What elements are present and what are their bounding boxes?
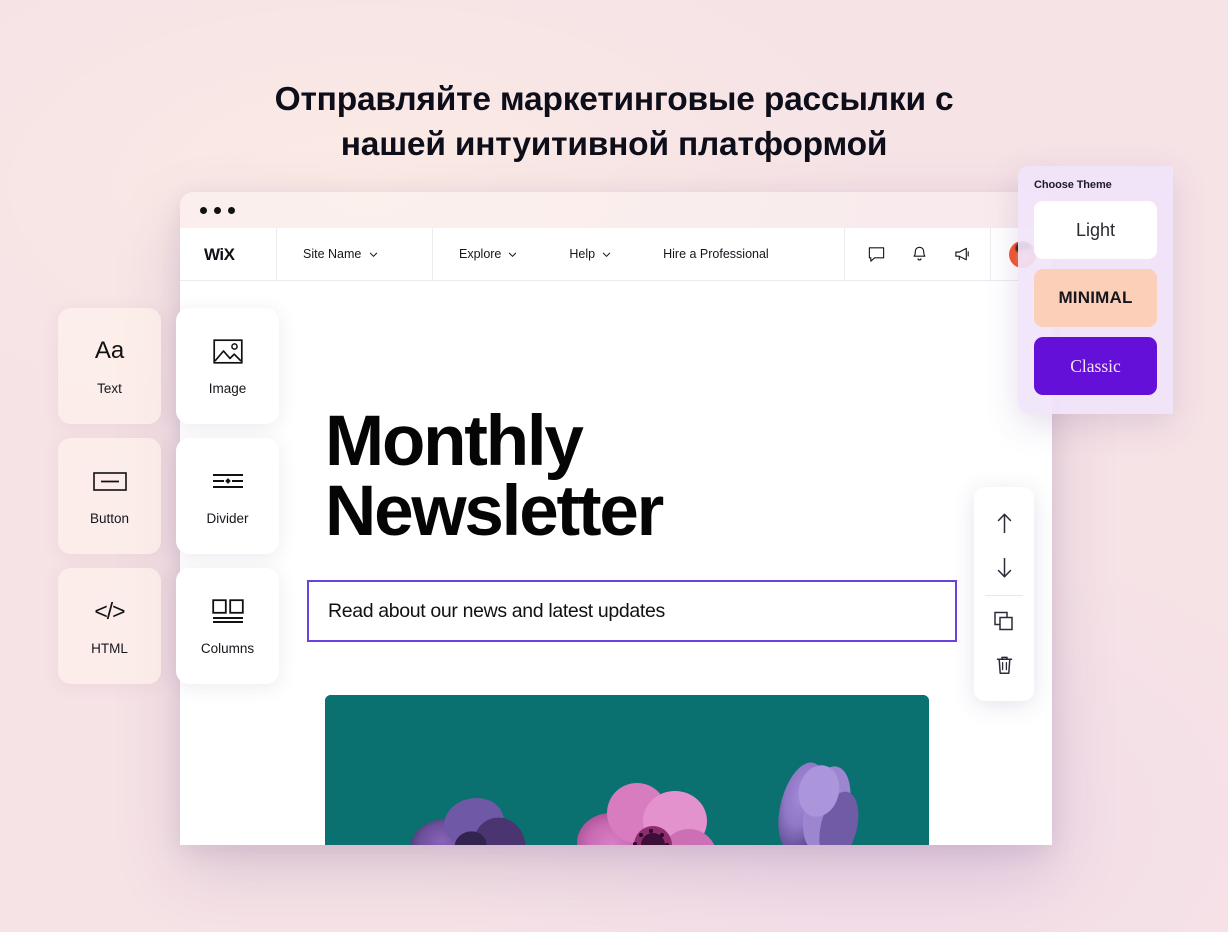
chevron-down-icon (602, 252, 611, 257)
move-down-button[interactable] (974, 546, 1034, 590)
theme-option-minimal[interactable]: MINIMAL (1034, 269, 1157, 327)
headline-line-2: нашей интуитивной платформой (340, 125, 888, 163)
window-controls-dots[interactable] (200, 206, 235, 214)
newsletter-title-line-1: Monthly (325, 402, 584, 481)
nav-label-help: Help (569, 247, 596, 261)
palette-item-image[interactable]: Image (176, 308, 279, 424)
theme-label-classic: Classic (1070, 355, 1121, 376)
element-palette: Aa Text Button </> HTML Image Divider Co… (58, 308, 279, 684)
theme-panel-title: Choose Theme (1034, 179, 1112, 191)
element-action-rail (974, 487, 1034, 701)
text-aa-icon: Aa (94, 337, 125, 365)
megaphone-icon[interactable] (953, 245, 972, 264)
nav-item-hire-a-professional[interactable]: Hire a Professional (637, 228, 795, 280)
palette-item-divider[interactable]: Divider (176, 438, 279, 554)
primary-nav-group: Explore Help Hire a Professional (433, 228, 795, 280)
columns-icon (211, 596, 244, 626)
window-titlebar (180, 192, 1052, 228)
palette-column-right: Image Divider Columns (176, 308, 279, 684)
theme-label-light: Light (1075, 219, 1116, 240)
nav-icon-group (844, 228, 990, 280)
app-window: WiX Site Name Explore Help Hire a Profes… (180, 192, 1052, 845)
newsletter-title-line-2: Newsletter (325, 472, 664, 552)
top-navigation-bar: WiX Site Name Explore Help Hire a Profes… (180, 228, 1052, 281)
trash-icon (996, 656, 1012, 674)
arrow-up-icon (997, 513, 1011, 534)
subtitle-text-block-selected[interactable]: Read about our news and latest updates (307, 580, 957, 642)
palette-item-columns[interactable]: Columns (176, 568, 279, 684)
code-icon: </> (94, 597, 125, 624)
subtitle-text: Read about our news and latest updates (328, 599, 665, 622)
divider-icon (211, 466, 245, 496)
duplicate-icon (994, 612, 1013, 631)
palette-column-left: Aa Text Button </> HTML (58, 308, 161, 684)
palette-label-image: Image (208, 381, 247, 397)
palette-label-text: Text (97, 381, 122, 397)
nav-item-explore[interactable]: Explore (433, 228, 543, 280)
page-headline: Отправляйте маркетинговые рассылки с наш… (0, 78, 1228, 167)
svg-text:WiX: WiX (204, 246, 236, 263)
site-name-menu[interactable]: Site Name (277, 228, 433, 280)
move-up-button[interactable] (974, 502, 1034, 546)
editor-canvas: Monthly Newsletter Read about our news a… (180, 281, 1052, 845)
palette-label-button: Button (89, 511, 130, 527)
delete-button[interactable] (974, 643, 1034, 687)
nav-item-help[interactable]: Help (543, 228, 637, 280)
palette-item-text[interactable]: Aa Text (58, 308, 161, 424)
theme-option-light[interactable]: Light (1034, 201, 1157, 259)
nav-label-explore: Explore (459, 247, 502, 261)
site-name-label: Site Name (303, 247, 362, 261)
arrow-down-icon (997, 558, 1011, 578)
palette-label-html: HTML (91, 641, 128, 657)
palette-item-button[interactable]: Button (58, 438, 161, 554)
image-icon (212, 336, 243, 366)
theme-panel: Choose Theme Light MINIMAL Classic (1018, 166, 1173, 414)
chevron-down-icon (370, 252, 378, 257)
wix-logo[interactable]: WiX (180, 228, 277, 280)
nav-label-hire: Hire a Professional (663, 247, 769, 261)
hero-image[interactable] (325, 695, 929, 845)
duplicate-button[interactable] (974, 600, 1034, 644)
newsletter-title[interactable]: Monthly Newsletter (325, 406, 795, 552)
chat-bubble-icon[interactable] (867, 245, 886, 264)
chevron-down-icon (509, 252, 517, 257)
headline-line-1: Отправляйте маркетинговые рассылки с (274, 81, 954, 118)
palette-label-columns: Columns (200, 641, 255, 657)
bell-icon[interactable] (910, 245, 929, 264)
palette-item-html[interactable]: </> HTML (58, 568, 161, 684)
palette-label-divider: Divider (206, 511, 249, 527)
theme-option-classic[interactable]: Classic (1034, 337, 1157, 395)
rail-divider (985, 594, 1023, 596)
button-icon (92, 466, 127, 496)
theme-label-minimal: MINIMAL (1058, 288, 1133, 307)
